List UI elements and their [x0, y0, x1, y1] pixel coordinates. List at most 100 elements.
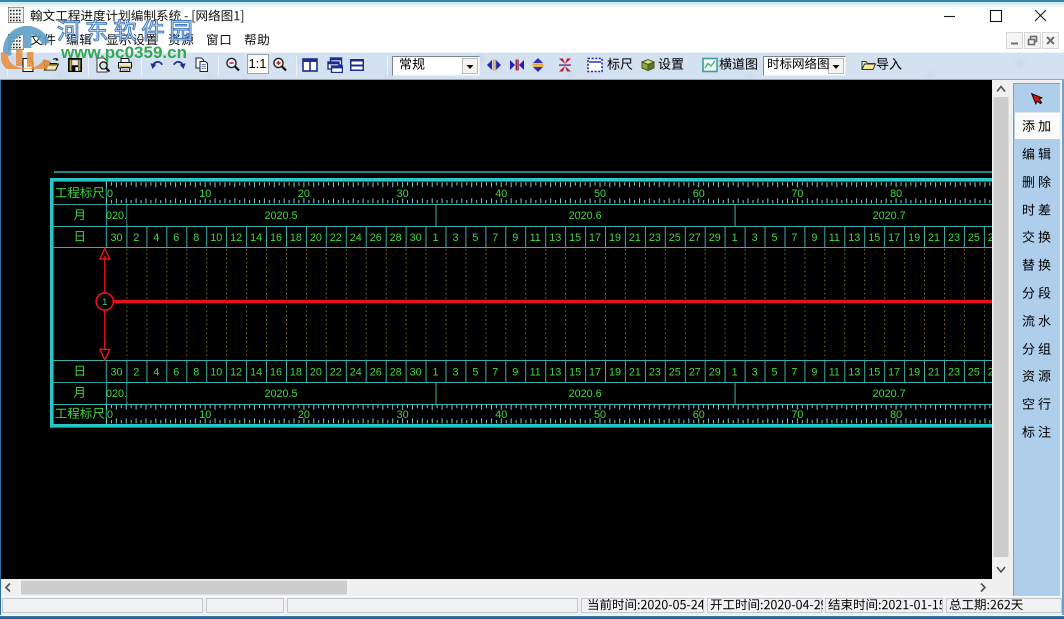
svg-text:8: 8	[193, 366, 199, 378]
svg-text:19: 19	[609, 232, 621, 244]
svg-text:12: 12	[230, 232, 242, 244]
svg-text:30: 30	[397, 409, 409, 421]
svg-text:3: 3	[752, 366, 758, 378]
svg-text:30: 30	[410, 232, 422, 244]
svg-text:70: 70	[791, 188, 803, 200]
svg-text:24: 24	[350, 232, 362, 244]
svg-text:17: 17	[888, 232, 900, 244]
svg-text:5: 5	[771, 232, 777, 244]
svg-text:5: 5	[472, 232, 478, 244]
svg-text:25: 25	[968, 232, 980, 244]
svg-text:30: 30	[110, 366, 122, 378]
svg-text:15: 15	[569, 366, 581, 378]
svg-text:60: 60	[693, 409, 705, 421]
svg-text:28: 28	[390, 366, 402, 378]
svg-text:3: 3	[452, 232, 458, 244]
svg-text:10: 10	[210, 232, 222, 244]
svg-text:40: 40	[495, 409, 507, 421]
svg-text:50: 50	[594, 409, 606, 421]
svg-text:0: 0	[107, 409, 113, 421]
svg-text:12: 12	[230, 366, 242, 378]
svg-text:16: 16	[270, 232, 282, 244]
svg-text:1: 1	[102, 297, 107, 308]
svg-text:13: 13	[549, 366, 561, 378]
svg-text:15: 15	[868, 232, 880, 244]
svg-text:3: 3	[452, 366, 458, 378]
svg-text:3: 3	[752, 232, 758, 244]
svg-text:10: 10	[199, 188, 211, 200]
svg-text:80: 80	[890, 409, 902, 421]
svg-text:17: 17	[888, 366, 900, 378]
svg-text:1: 1	[432, 366, 438, 378]
svg-text:2020.6: 2020.6	[569, 388, 602, 400]
svg-text:11: 11	[530, 232, 541, 244]
svg-text:18: 18	[290, 232, 302, 244]
svg-text:1: 1	[732, 366, 738, 378]
svg-text:20: 20	[310, 366, 322, 378]
svg-text:9: 9	[811, 366, 817, 378]
svg-text:2020.7: 2020.7	[873, 388, 906, 400]
svg-text:2020.5: 2020.5	[264, 388, 297, 400]
svg-text:20: 20	[310, 232, 322, 244]
svg-text:15: 15	[868, 366, 880, 378]
svg-text:30: 30	[397, 188, 409, 200]
svg-text:5: 5	[771, 366, 777, 378]
svg-text:2020.6: 2020.6	[569, 210, 602, 222]
svg-text:27: 27	[689, 366, 701, 378]
svg-text:17: 17	[589, 366, 601, 378]
svg-text:23: 23	[649, 366, 661, 378]
svg-text:5: 5	[472, 366, 478, 378]
svg-text:23: 23	[649, 232, 661, 244]
svg-text:30: 30	[110, 232, 122, 244]
svg-text:2020.5: 2020.5	[264, 210, 297, 222]
svg-text:10: 10	[210, 366, 222, 378]
svg-text:19: 19	[908, 232, 920, 244]
svg-text:80: 80	[890, 188, 902, 200]
svg-text:4: 4	[153, 232, 159, 244]
svg-text:11: 11	[530, 366, 541, 378]
svg-text:26: 26	[370, 232, 382, 244]
svg-text:25: 25	[669, 366, 681, 378]
svg-text:9: 9	[512, 366, 518, 378]
svg-text:13: 13	[549, 232, 561, 244]
svg-text:2: 2	[133, 366, 139, 378]
svg-text:6: 6	[173, 232, 179, 244]
svg-text:20: 20	[298, 188, 310, 200]
svg-text:11: 11	[829, 366, 840, 378]
svg-text:9: 9	[512, 232, 518, 244]
svg-text:25: 25	[669, 232, 681, 244]
svg-text:6: 6	[173, 366, 179, 378]
svg-text:21: 21	[928, 366, 940, 378]
svg-text:40: 40	[495, 188, 507, 200]
svg-text:50: 50	[594, 188, 606, 200]
svg-text:24: 24	[350, 366, 362, 378]
svg-text:30: 30	[410, 366, 422, 378]
svg-text:25: 25	[968, 366, 980, 378]
svg-text:0: 0	[107, 188, 113, 200]
svg-text:19: 19	[908, 366, 920, 378]
svg-text:2: 2	[133, 232, 139, 244]
svg-text:11: 11	[829, 232, 840, 244]
svg-text:26: 26	[370, 366, 382, 378]
svg-text:23: 23	[948, 366, 960, 378]
svg-text:9: 9	[811, 232, 817, 244]
svg-text:27: 27	[689, 232, 701, 244]
svg-text:29: 29	[709, 232, 721, 244]
svg-text:10: 10	[199, 409, 211, 421]
svg-text:19: 19	[609, 366, 621, 378]
svg-text:23: 23	[948, 232, 960, 244]
svg-text:21: 21	[928, 232, 940, 244]
svg-text:22: 22	[330, 232, 342, 244]
svg-text:1: 1	[732, 232, 738, 244]
svg-text:28: 28	[390, 232, 402, 244]
svg-text:7: 7	[791, 366, 797, 378]
svg-text:15: 15	[569, 232, 581, 244]
svg-text:7: 7	[791, 232, 797, 244]
svg-text:4: 4	[153, 366, 159, 378]
svg-text:1: 1	[432, 232, 438, 244]
svg-text:17: 17	[589, 232, 601, 244]
svg-text:29: 29	[709, 366, 721, 378]
svg-text:18: 18	[290, 366, 302, 378]
svg-text:13: 13	[848, 366, 860, 378]
svg-text:22: 22	[330, 366, 342, 378]
